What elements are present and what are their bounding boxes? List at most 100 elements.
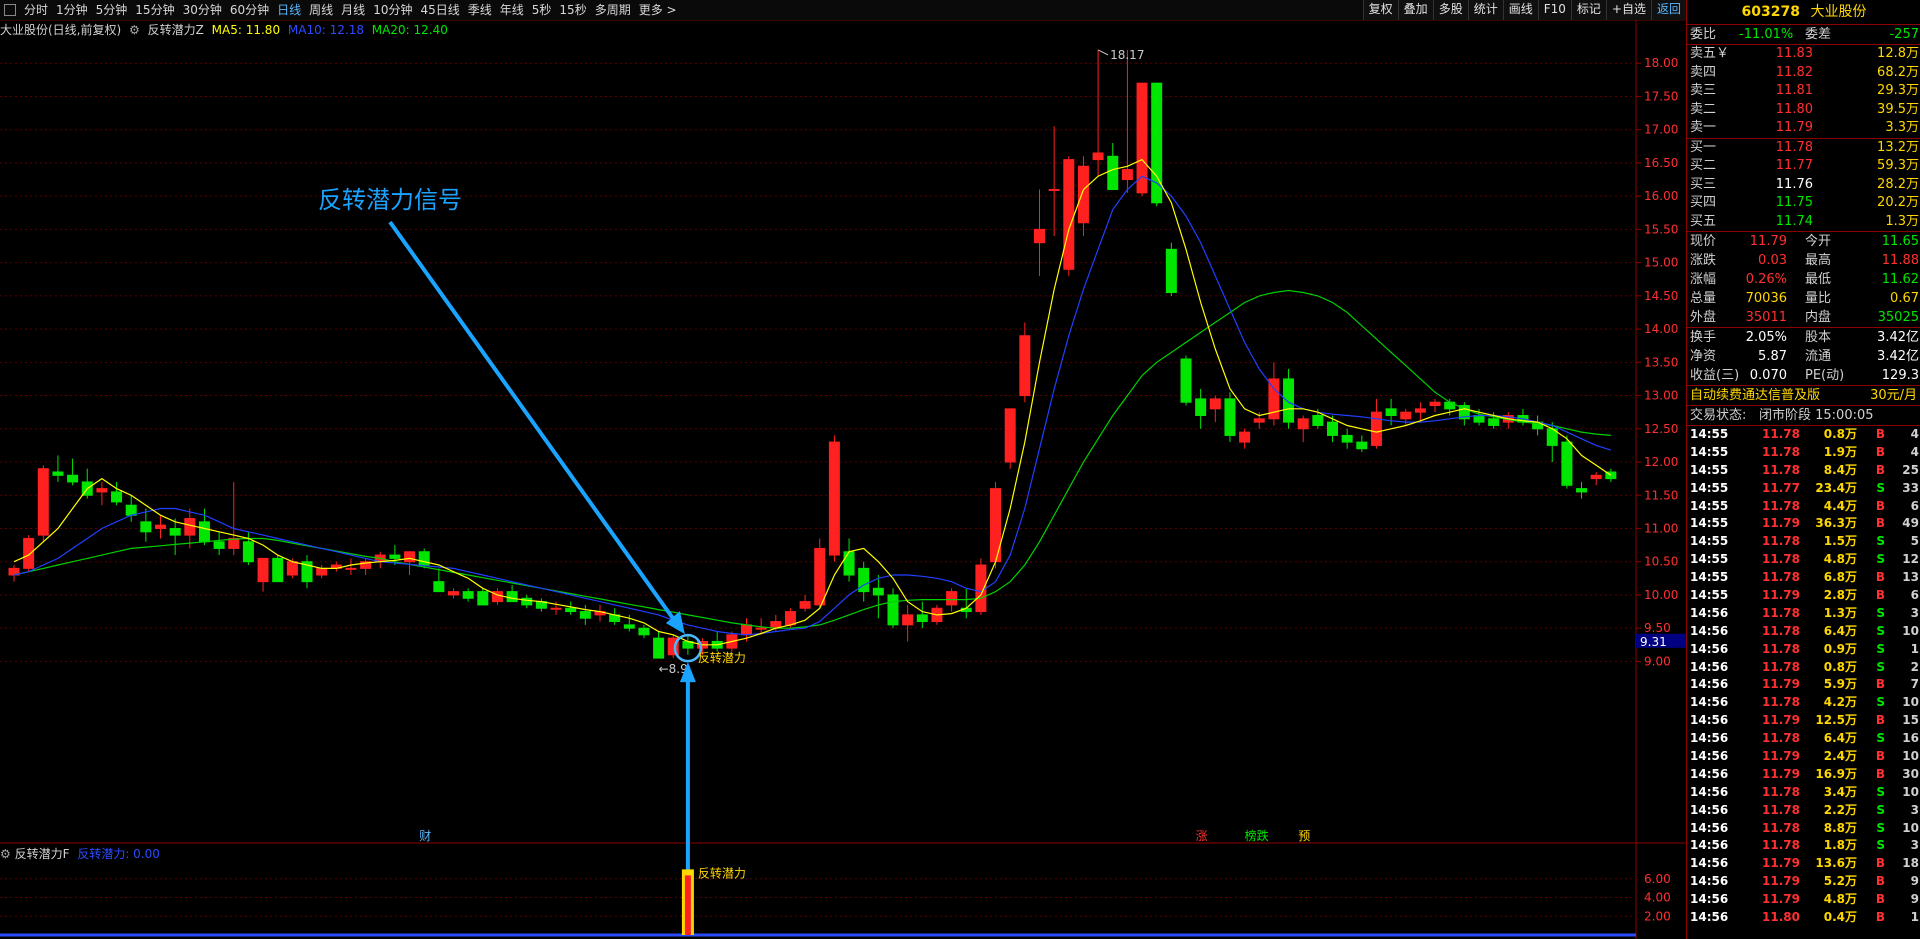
candle[interactable] <box>828 435 840 562</box>
period-tab-2[interactable]: 5分钟 <box>92 0 132 20</box>
candle[interactable] <box>37 465 49 542</box>
candle[interactable] <box>521 594 533 609</box>
tick-list[interactable]: 14:55 11.78 0.8万 B 4 14:55 11.78 1.9万 B 4 14:55 11.… <box>1687 426 1920 927</box>
candle[interactable] <box>960 588 972 619</box>
candle[interactable] <box>52 455 64 482</box>
candle[interactable] <box>272 555 284 583</box>
candle[interactable] <box>1180 355 1192 406</box>
promo-row[interactable]: 自动续费通达信普及版 30元/月 <box>1687 386 1920 405</box>
ask-row[interactable]: 卖五￥ 11.83 12.8万 <box>1687 45 1920 64</box>
tool-button-2[interactable]: 多股 <box>1432 0 1468 20</box>
candle[interactable] <box>462 588 474 602</box>
candle[interactable] <box>257 557 269 592</box>
candle[interactable] <box>213 531 225 556</box>
candle[interactable] <box>140 508 152 542</box>
candle[interactable] <box>711 631 723 652</box>
ask-row[interactable]: 卖二 11.80 39.5万 <box>1687 101 1920 120</box>
period-tab-12[interactable]: 年线 <box>496 0 528 20</box>
sub-indicator-name[interactable]: 反转潜力F <box>15 847 70 861</box>
candle[interactable] <box>433 568 445 593</box>
tool-button-6[interactable]: 标记 <box>1570 0 1606 20</box>
event-marker[interactable]: 榜跌 <box>1245 828 1269 843</box>
period-tab-8[interactable]: 月线 <box>337 0 369 20</box>
period-tab-14[interactable]: 15秒 <box>555 0 590 20</box>
bid-row[interactable]: 买四 11.75 20.2万 <box>1687 194 1920 213</box>
candle[interactable] <box>301 555 313 589</box>
candle[interactable] <box>1063 156 1075 276</box>
candle[interactable] <box>1092 49 1104 177</box>
candle[interactable] <box>638 624 650 639</box>
tool-button-8[interactable]: 返回 <box>1650 0 1686 20</box>
candle[interactable] <box>1532 415 1544 436</box>
candle[interactable] <box>843 538 855 582</box>
candle[interactable] <box>228 481 240 556</box>
tool-button-1[interactable]: 叠加 <box>1397 0 1433 20</box>
candle[interactable] <box>448 588 459 599</box>
candle[interactable] <box>1341 428 1353 449</box>
bid-row[interactable]: 买一 11.78 13.2万 <box>1687 139 1920 158</box>
candle[interactable] <box>330 561 342 572</box>
candle[interactable] <box>609 608 621 625</box>
candle[interactable] <box>1107 142 1119 191</box>
candle[interactable] <box>111 481 123 506</box>
tool-button-3[interactable]: 统计 <box>1467 0 1503 20</box>
candle[interactable] <box>477 588 489 606</box>
candle[interactable] <box>565 601 577 615</box>
tool-button-0[interactable]: 复权 <box>1362 0 1398 20</box>
candle[interactable] <box>67 458 79 486</box>
candle[interactable] <box>535 598 547 612</box>
candle[interactable] <box>858 561 870 602</box>
candle[interactable] <box>1356 435 1368 453</box>
candle[interactable] <box>1121 49 1133 193</box>
candle[interactable] <box>1195 388 1207 429</box>
candle[interactable] <box>374 551 386 569</box>
ask-row[interactable]: 卖一 11.79 3.3万 <box>1687 119 1920 138</box>
bid-row[interactable]: 买二 11.77 59.3万 <box>1687 157 1920 176</box>
candle[interactable] <box>1268 362 1280 426</box>
candle[interactable] <box>1048 126 1060 237</box>
candle[interactable] <box>96 481 108 506</box>
candle[interactable] <box>1165 242 1177 296</box>
event-marker[interactable]: 涨 <box>1196 828 1208 843</box>
candle[interactable] <box>23 535 35 572</box>
candle[interactable] <box>1239 428 1251 449</box>
period-tab-13[interactable]: 5秒 <box>528 0 556 20</box>
event-marker[interactable]: 预 <box>1298 829 1310 843</box>
promo-text[interactable]: 自动续费通达信普及版 <box>1690 386 1820 405</box>
candle[interactable] <box>125 495 137 522</box>
candle[interactable] <box>1004 408 1016 469</box>
candle[interactable] <box>594 604 606 622</box>
candle[interactable] <box>1576 481 1588 499</box>
candle[interactable] <box>1209 395 1221 423</box>
period-tab-1[interactable]: 1分钟 <box>52 0 92 20</box>
tool-button-5[interactable]: F10 <box>1537 0 1571 20</box>
menu-icon[interactable] <box>4 4 16 16</box>
candle[interactable] <box>916 601 928 629</box>
period-tab-9[interactable]: 10分钟 <box>369 0 416 20</box>
candle[interactable] <box>8 565 20 582</box>
period-tab-3[interactable]: 15分钟 <box>131 0 178 20</box>
candle[interactable] <box>1370 398 1382 449</box>
candle[interactable] <box>579 604 591 625</box>
tool-button-7[interactable]: +自选 <box>1605 0 1651 20</box>
candle[interactable] <box>872 575 884 619</box>
candle[interactable] <box>1327 415 1338 443</box>
period-tab-10[interactable]: 45日线 <box>416 0 463 20</box>
period-tab-4[interactable]: 30分钟 <box>179 0 226 20</box>
candle[interactable] <box>169 518 181 556</box>
period-tab-0[interactable]: 分时 <box>20 0 52 20</box>
candle[interactable] <box>902 604 914 642</box>
ask-row[interactable]: 卖四 11.82 68.2万 <box>1687 64 1920 83</box>
candle[interactable] <box>1151 82 1163 207</box>
candle[interactable] <box>653 631 665 659</box>
candle[interactable] <box>814 538 826 609</box>
candle[interactable] <box>242 531 254 566</box>
candle[interactable] <box>1590 471 1602 486</box>
period-tab-15[interactable]: 多周期 <box>591 0 635 20</box>
candle[interactable] <box>155 515 166 539</box>
candle[interactable] <box>360 558 372 576</box>
period-tab-11[interactable]: 季线 <box>464 0 496 20</box>
price-chart[interactable]: 18.00 17.50 17.00 16.50 16.00 15.50 15.00 14.50… <box>0 20 1686 939</box>
sub-gear-icon[interactable]: ⚙ <box>0 847 11 861</box>
period-tab-7[interactable]: 周线 <box>305 0 337 20</box>
